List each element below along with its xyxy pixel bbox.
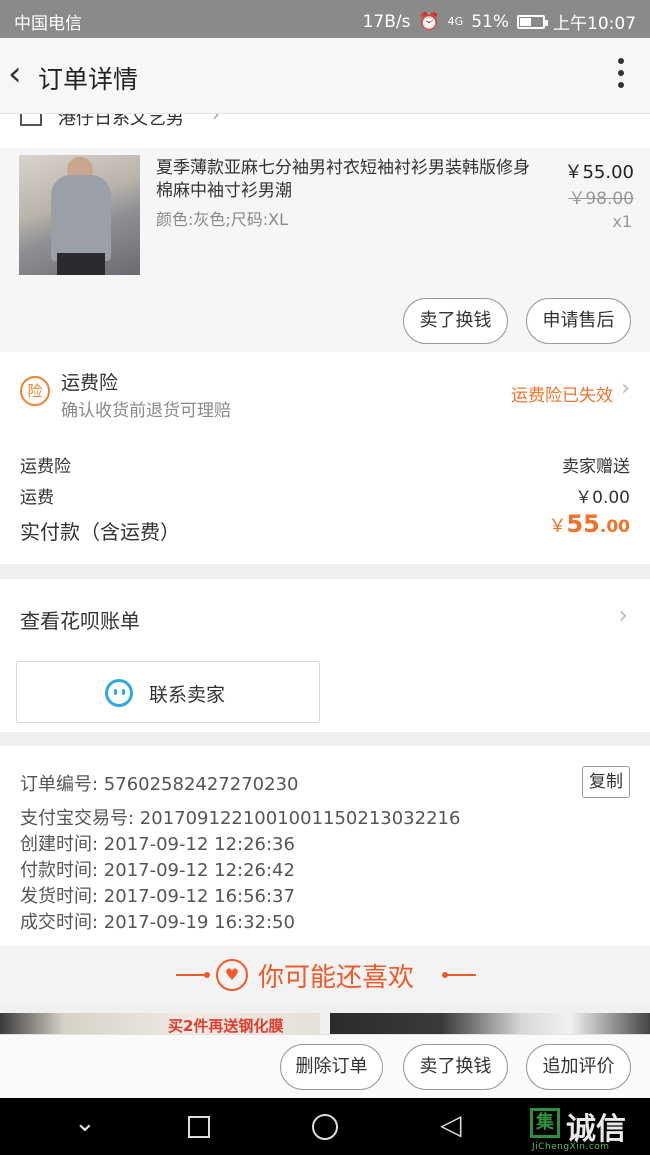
battery-fill (520, 17, 531, 26)
order-info: 订单编号: 57602582427270230 复制 支付宝交易号: 20170… (0, 746, 650, 946)
shop-name: 港仔日系文艺男 (58, 114, 184, 129)
shop-icon (20, 114, 42, 126)
summary-paid-amount: ￥55.00 (548, 510, 630, 538)
created-time: 创建时间: 2017-09-12 12:26:36 (20, 834, 295, 855)
summary-insurance-value: 卖家赠送 (562, 457, 630, 477)
insurance-status: 运费险已失效 (511, 386, 613, 406)
resell-button[interactable]: 卖了换钱 (403, 298, 508, 344)
recent-apps-icon[interactable] (188, 1116, 210, 1138)
add-review-button[interactable]: 追加评价 (526, 1044, 631, 1090)
paid-currency: ￥ (548, 516, 567, 537)
paid-integer: 55 (566, 510, 600, 538)
status-bar: 中国电信 17B/s ⏰ 4G 51% 上午10:07 (0, 0, 650, 38)
summary-insurance-row: 运费险 卖家赠送 (20, 452, 630, 477)
summary-shipping-label: 运费 (20, 488, 54, 508)
product-original-price: ￥98.00 (568, 189, 634, 209)
divider (176, 972, 210, 978)
battery-percent: 51% (471, 11, 509, 32)
resell-button[interactable]: 卖了换钱 (403, 1044, 508, 1090)
page-title: 订单详情 (38, 65, 139, 94)
chevron-down-icon[interactable]: ⌄ (74, 1108, 96, 1138)
bottom-action-bar: 删除订单 卖了换钱 追加评价 (0, 1034, 650, 1098)
contact-seller-button[interactable]: 联系卖家 (16, 661, 320, 723)
copy-button[interactable]: 复制 (582, 766, 630, 798)
product-quantity: x1 (612, 212, 632, 231)
recommend-title: 你可能还喜欢 (258, 963, 415, 993)
chevron-left-icon[interactable]: ‹ (8, 56, 22, 92)
more-vertical-icon[interactable] (618, 58, 624, 94)
insurance-title: 运费险 (61, 372, 119, 394)
paid-time: 付款时间: 2017-09-12 12:26:42 (20, 860, 295, 881)
delete-order-button[interactable]: 删除订单 (280, 1044, 383, 1090)
product-thumbnail[interactable] (19, 155, 140, 275)
product-price: ￥55.00 (564, 162, 634, 183)
order-number: 订单编号: 57602582427270230 (20, 774, 299, 795)
battery-icon (517, 14, 548, 29)
contact-seller-label: 联系卖家 (149, 684, 226, 706)
alarm-icon: ⏰ (418, 11, 440, 32)
shipped-time: 发货时间: 2017-09-12 16:56:37 (20, 886, 295, 907)
carrier-name: 中国电信 (14, 14, 82, 34)
nav-bar: ‹ 订单详情 (0, 38, 650, 114)
chevron-right-icon[interactable]: › (618, 601, 628, 629)
chevron-right-icon: › (212, 114, 220, 126)
payment-summary: 运费险 卖家赠送 运费 ￥0.00 实付款（含运费） ￥55.00 (0, 434, 650, 564)
summary-paid-label: 实付款（含运费） (20, 520, 180, 544)
network-speed: 17B/s (362, 11, 411, 32)
product-card[interactable]: 夏季薄款亚麻七分袖男衬衣短袖衬衫男装韩版修身棉麻中袖寸衫男潮 颜色:灰色;尺码:… (0, 148, 650, 352)
summary-paid-row: 实付款（含运费） ￥55.00 (20, 510, 630, 545)
summary-shipping-value: ￥0.00 (575, 488, 630, 508)
after-sale-button[interactable]: 申请售后 (526, 298, 631, 344)
watermark-logo: 集 诚信 JiChengXin.com (528, 1104, 648, 1152)
contact-smile-icon (105, 679, 133, 707)
huabei-bill-link[interactable]: 查看花呗账单 (20, 605, 140, 634)
insurance-badge-icon: 险 (20, 376, 50, 406)
recommend-promo-text: 买2件再送钢化膜 (168, 1017, 284, 1035)
shipping-insurance-row[interactable]: 险 运费险 确认收货前退货可理赔 运费险已失效 › (0, 352, 650, 434)
shop-row[interactable]: 港仔日系文艺男 › (0, 114, 650, 148)
home-icon[interactable] (312, 1114, 338, 1140)
paid-decimal: .00 (599, 517, 630, 537)
summary-shipping-row: 运费 ￥0.00 (20, 483, 630, 508)
completed-time: 成交时间: 2017-09-19 16:32:50 (20, 912, 295, 933)
product-title: 夏季薄款亚麻七分袖男衬衣短袖衬衫男装韩版修身棉麻中袖寸衫男潮 (156, 158, 530, 201)
summary-insurance-label: 运费险 (20, 457, 71, 477)
signal-icon: 4G (447, 15, 464, 28)
recommend-header: ♥ 你可能还喜欢 (0, 947, 650, 1003)
product-attributes: 颜色:灰色;尺码:XL (156, 210, 289, 229)
clock: 上午10:07 (553, 14, 636, 34)
alipay-trade-number: 支付宝交易号: 2017091221001001150213032216 (20, 808, 461, 829)
watermark-logo-mark: 集 (530, 1108, 560, 1138)
status-right: 17B/s ⏰ 4G 51% 上午10:07 (362, 9, 636, 35)
watermark-subtext: JiChengXin.com (532, 1142, 610, 1152)
divider (442, 972, 476, 978)
huabei-section: 查看花呗账单 › 联系卖家 (0, 579, 650, 732)
chevron-right-icon: › (621, 376, 630, 401)
insurance-subtitle: 确认收货前退货可理赔 (61, 401, 231, 421)
heart-icon: ♥ (216, 959, 248, 991)
system-navigation-bar: ⌄ ◁ 集 诚信 JiChengXin.com (0, 1098, 650, 1155)
back-triangle-icon[interactable]: ◁ (440, 1108, 462, 1141)
